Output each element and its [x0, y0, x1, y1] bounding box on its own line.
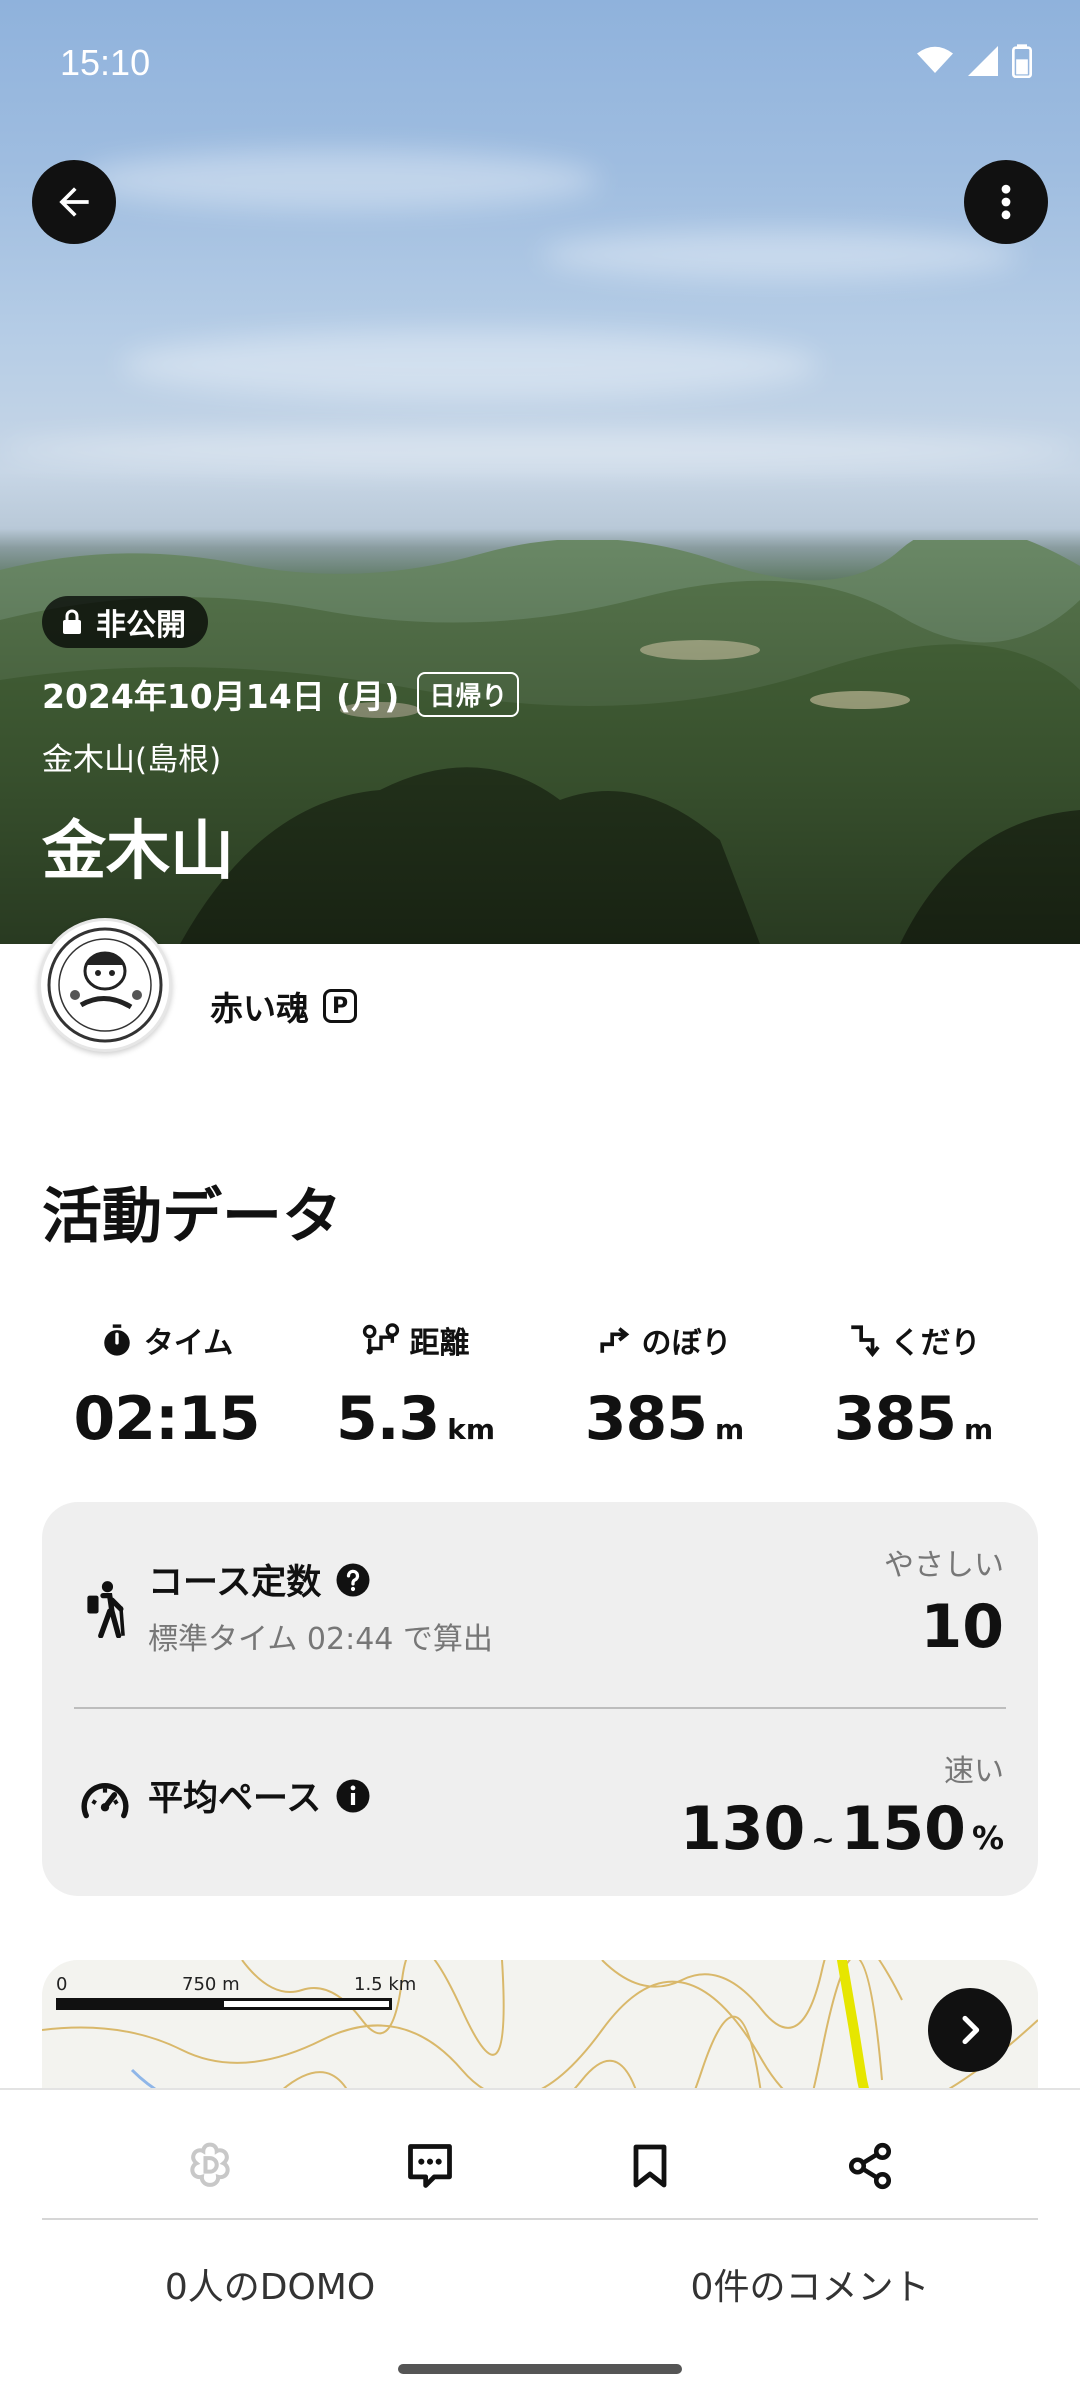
- privacy-badge: 非公開: [42, 596, 208, 648]
- more-options-button[interactable]: [964, 160, 1048, 244]
- pace-max: 150: [840, 1794, 966, 1864]
- course-level: やさしい: [884, 1548, 1004, 1583]
- domo-flower-icon: [190, 2142, 230, 2187]
- activity-stats: タイム 02:15 距離 5.3 km のぼり 385 m くだり 385 m: [42, 1318, 1038, 1458]
- pace-min: 130: [679, 1794, 806, 1864]
- home-indicator[interactable]: [398, 2364, 682, 2374]
- domo-button[interactable]: [168, 2124, 252, 2208]
- premium-badge: P: [323, 989, 357, 1023]
- stat-descent-unit: m: [964, 1413, 994, 1446]
- carp-mascot-avatar: [47, 927, 163, 1043]
- status-icons: [916, 44, 1032, 78]
- section-title: 活動データ: [42, 1182, 342, 1252]
- privacy-label: 非公開: [96, 608, 186, 643]
- comment-icon: [408, 2144, 452, 2188]
- avatar[interactable]: [38, 918, 172, 1052]
- stat-distance-value: 5.3: [335, 1384, 440, 1454]
- info-icon[interactable]: [335, 1778, 371, 1814]
- card-divider: [74, 1707, 1006, 1709]
- back-button[interactable]: [32, 160, 116, 244]
- bottom-divider: [42, 2218, 1038, 2220]
- course-constant-row: コース定数 標準タイム 02:44 で算出 やさしい 10: [42, 1502, 1038, 1698]
- stat-time: タイム 02:15: [42, 1318, 291, 1458]
- trip-type-badge: 日帰り: [417, 671, 520, 717]
- stat-descent: くだり 385 m: [789, 1318, 1038, 1458]
- chevron-right-icon: [962, 2015, 980, 2045]
- mountain-name[interactable]: 金木山(島根): [42, 734, 221, 779]
- domo-count[interactable]: 0人のDOMO: [0, 2258, 540, 2310]
- stat-descent-label: くだり: [890, 1326, 981, 1361]
- share-button[interactable]: [828, 2124, 912, 2208]
- stat-distance-label: 距離: [409, 1326, 470, 1361]
- stat-distance-unit: km: [447, 1413, 496, 1446]
- user-name[interactable]: 赤い魂 P: [210, 982, 357, 1030]
- course-constant-title: コース定数: [148, 1563, 322, 1603]
- scale-label-mid: 750 m: [182, 1974, 240, 1995]
- stat-ascent-unit: m: [715, 1413, 745, 1446]
- activity-title: 金木山: [42, 815, 234, 889]
- stat-time-label: タイム: [143, 1326, 234, 1361]
- scale-bar: [56, 1998, 392, 2010]
- stat-descent-value: 385: [833, 1384, 957, 1454]
- stat-ascent: のぼり 385 m: [540, 1318, 789, 1458]
- descent-icon: [850, 1325, 880, 1357]
- activity-date: 2024年10月14日 (月): [42, 677, 400, 716]
- share-icon: [848, 2142, 892, 2190]
- bookmark-icon: [633, 2144, 667, 2188]
- stat-distance: 距離 5.3 km: [291, 1318, 540, 1458]
- pace-level: 速い: [944, 1754, 1004, 1789]
- action-row: [0, 2124, 1080, 2208]
- stat-ascent-value: 385: [584, 1384, 708, 1454]
- course-constant-value: 10: [920, 1592, 1005, 1662]
- user-name-label: 赤い魂: [210, 989, 309, 1028]
- help-icon[interactable]: [335, 1562, 371, 1598]
- scale-label-zero: 0: [56, 1974, 68, 1995]
- more-vert-icon: [1001, 184, 1011, 220]
- lock-icon: [63, 609, 81, 634]
- course-info-card: コース定数 標準タイム 02:44 で算出 やさしい 10 平均ペース 速い 1…: [42, 1502, 1038, 1896]
- stat-time-value: 02:15: [73, 1384, 261, 1454]
- arrow-left-icon: [59, 187, 89, 217]
- status-time: 15:10: [60, 42, 151, 83]
- comment-button[interactable]: [388, 2124, 472, 2208]
- stat-ascent-label: のぼり: [641, 1326, 732, 1361]
- hiker-icon: [87, 1581, 125, 1638]
- pace-unit: %: [971, 1819, 1004, 1857]
- status-bar: 15:10: [0, 0, 1080, 128]
- open-map-button[interactable]: [928, 1988, 1012, 2072]
- bookmark-button[interactable]: [608, 2124, 692, 2208]
- average-pace-row: 平均ペース 速い 130 ~ 150 %: [42, 1710, 1038, 1906]
- bottom-action-bar: 0人のDOMO 0件のコメント: [0, 2088, 1080, 2400]
- date-row: 2024年10月14日 (月) 日帰り: [42, 670, 520, 718]
- reaction-counts: 0人のDOMO 0件のコメント: [0, 2258, 1080, 2318]
- comment-count[interactable]: 0件のコメント: [540, 2258, 1080, 2310]
- scale-label-max: 1.5 km: [354, 1974, 417, 1995]
- speedometer-icon: [81, 1783, 129, 1819]
- average-pace-title: 平均ペース: [148, 1779, 322, 1819]
- pace-separator: ~: [811, 1823, 835, 1856]
- signal-icon: [968, 46, 998, 76]
- course-constant-subtitle: 標準タイム 02:44 で算出: [148, 1622, 493, 1657]
- battery-icon: [1012, 44, 1032, 78]
- map-scale: 0 750 m 1.5 km: [56, 1974, 416, 2010]
- wifi-icon: [917, 46, 953, 73]
- ascent-icon: [599, 1327, 629, 1353]
- route-icon: [362, 1323, 399, 1355]
- stopwatch-icon: [104, 1324, 130, 1356]
